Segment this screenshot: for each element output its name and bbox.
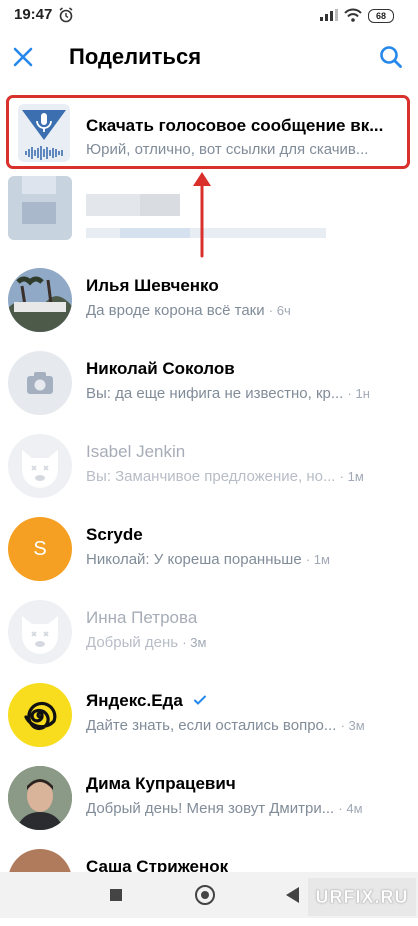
alarm-icon xyxy=(59,7,73,23)
chat-message: Добрый день! Меня зовут Дмитри... · 4м xyxy=(86,800,386,817)
recents-button[interactable] xyxy=(110,889,122,901)
camera-icon xyxy=(27,372,53,394)
chat-item[interactable]: Инна Петрова Добрый день · 3м xyxy=(0,594,418,677)
wifi-icon xyxy=(344,8,362,22)
message-text: Да вроде корона всё таки xyxy=(86,302,265,319)
home-button[interactable] xyxy=(195,885,215,905)
status-bar: 19:47 68 xyxy=(0,0,418,32)
chat-name: Николай Соколов xyxy=(86,359,235,378)
message-time: 1м xyxy=(313,552,330,567)
message-text: Добрый день xyxy=(86,634,179,651)
chat-name: Илья Шевченко xyxy=(86,276,219,295)
page-title: Поделиться xyxy=(69,44,202,69)
chat-message: Дайте знать, если остались вопро... · 3м xyxy=(86,717,386,734)
chat-name: Дима Купрацевич xyxy=(86,774,236,793)
message-text: Вы: да еще нифига не известно, кр... xyxy=(86,385,344,402)
chat-item[interactable]: Илья Шевченко Да вроде корона всё таки ·… xyxy=(0,262,418,345)
separator-dot: · xyxy=(347,386,356,401)
chat-item[interactable]: Николай Соколов Вы: да еще нифига не изв… xyxy=(0,345,418,428)
deleted-user-avatar xyxy=(8,600,72,664)
watermark: URFIX.RU xyxy=(308,878,416,916)
chat-name: Инна Петрова xyxy=(86,608,198,627)
camera-placeholder-avatar xyxy=(8,351,72,415)
chat-message: Да вроде корона всё таки · 6ч xyxy=(86,302,386,319)
chat-name: Scryde xyxy=(86,525,143,544)
chat-message: Добрый день · 3м xyxy=(86,634,386,651)
separator-dot: · xyxy=(305,552,314,567)
separator-dot: · xyxy=(340,718,349,733)
chat-item[interactable]: S Scryde Николай: У кореша поранньше · 1… xyxy=(0,511,418,594)
back-button[interactable] xyxy=(286,887,299,903)
avatar xyxy=(8,766,72,830)
message-time: 3м xyxy=(190,635,207,650)
message-text: Дайте знать, если остались вопро... xyxy=(86,717,337,734)
message-text: Добрый день! Меня зовут Дмитри... xyxy=(86,800,335,817)
chat-message: Николай: У кореша поранньше · 1м xyxy=(86,551,386,568)
chat-name: Яндекс.Еда xyxy=(86,691,183,710)
red-arrow-annotation xyxy=(193,172,211,258)
chat-name: Скачать голосовое сообщение вк... xyxy=(86,116,384,135)
spiral-icon xyxy=(24,701,57,731)
chat-message: Вы: да еще нифига не известно, кр... · 1… xyxy=(86,385,386,402)
dog-icon xyxy=(22,616,58,654)
dog-icon xyxy=(22,450,58,488)
message-time: 1н xyxy=(355,386,370,401)
signal-icon xyxy=(320,9,338,21)
avatar xyxy=(8,268,72,332)
message-text: Николай: У кореша поранньше xyxy=(86,551,302,568)
header: Поделиться xyxy=(0,32,418,84)
message-time: 6ч xyxy=(276,303,291,318)
blur-pixel xyxy=(22,202,56,224)
message-text: Вы: Заманчивое предложение, но... xyxy=(86,468,336,485)
blur-pixel xyxy=(140,194,180,216)
blur-pixel xyxy=(120,228,190,238)
deleted-user-avatar xyxy=(8,434,72,498)
chat-message: Юрий, отлично, вот ссылки для скачив... xyxy=(86,141,369,158)
chat-item[interactable]: Дима Купрацевич Добрый день! Меня зовут … xyxy=(0,760,418,843)
message-time: 3м xyxy=(348,718,365,733)
close-icon[interactable] xyxy=(8,42,38,72)
message-time: 1м xyxy=(347,469,364,484)
message-time: 4м xyxy=(346,801,363,816)
chat-name: Isabel Jenkin xyxy=(86,442,186,461)
battery-indicator: 68 xyxy=(368,9,394,23)
separator-dot: · xyxy=(268,303,277,318)
blur-pixel xyxy=(22,176,56,194)
search-icon[interactable] xyxy=(376,42,406,72)
letter-avatar: S xyxy=(8,517,72,581)
voice-bot-avatar xyxy=(18,104,70,162)
separator-dot: · xyxy=(339,469,348,484)
yandex-eda-logo xyxy=(8,683,72,747)
chat-item[interactable]: Яндекс.Еда Дайте знать, если остались во… xyxy=(0,677,418,760)
verified-check-icon xyxy=(194,695,206,705)
chat-item[interactable]: Isabel Jenkin Вы: Заманчивое предложение… xyxy=(0,428,418,511)
status-time: 19:47 xyxy=(14,6,53,23)
chat-message: Вы: Заманчивое предложение, но... · 1м xyxy=(86,468,386,485)
